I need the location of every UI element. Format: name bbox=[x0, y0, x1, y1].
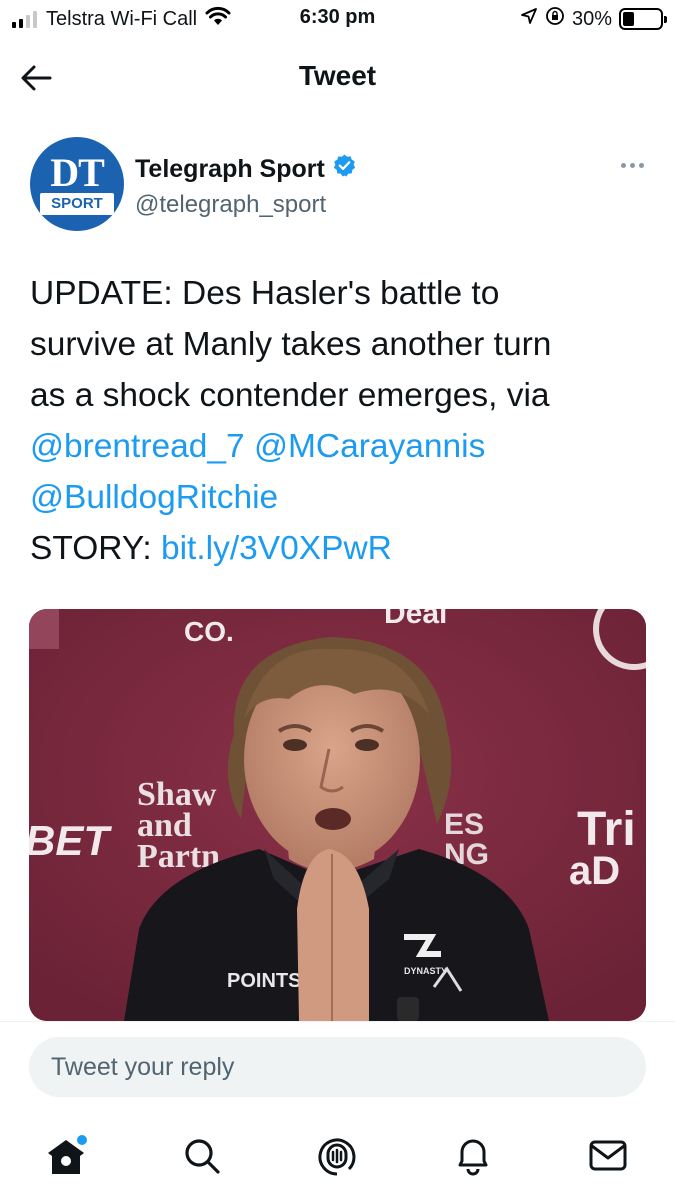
avatar-logo-subtext: SPORT bbox=[40, 193, 114, 215]
display-name: Telegraph Sport bbox=[135, 153, 357, 185]
story-label: STORY: bbox=[30, 530, 152, 567]
backdrop-text-top-right: Deal bbox=[384, 609, 447, 630]
home-icon bbox=[44, 1134, 88, 1183]
tweet-text-line: survive at Manly takes another turn bbox=[30, 326, 552, 363]
reply-box[interactable] bbox=[29, 1037, 646, 1097]
tab-notifications[interactable] bbox=[445, 1130, 501, 1186]
jacket-logo-text: DYNASTY bbox=[404, 966, 447, 976]
backdrop-text-mid: ES bbox=[444, 808, 484, 841]
tab-search[interactable] bbox=[174, 1130, 230, 1186]
press-conference-photo: CO. Deal Shaw and Partn BET Tri aD ES NG… bbox=[29, 609, 646, 1021]
avatar[interactable]: DT SPORT bbox=[30, 137, 124, 231]
reply-input[interactable] bbox=[29, 1037, 646, 1097]
nav-bar: Tweet bbox=[0, 42, 675, 114]
story-line: STORY: bit.ly/3V0XPwR bbox=[30, 523, 650, 574]
verified-badge-icon bbox=[332, 153, 357, 185]
avatar-logo-text: DT bbox=[50, 150, 105, 195]
divider bbox=[0, 1021, 675, 1022]
tweet-media-image[interactable]: CO. Deal Shaw and Partn BET Tri aD ES NG… bbox=[29, 609, 646, 1021]
spaces-icon bbox=[317, 1134, 357, 1183]
messages-icon bbox=[588, 1138, 628, 1179]
status-bar: Telstra Wi-Fi Call 6:30 pm 30% bbox=[0, 0, 675, 40]
tab-home[interactable] bbox=[38, 1130, 94, 1186]
tweet-text: UPDATE: Des Hasler's battle to survive a… bbox=[30, 268, 650, 574]
tab-messages[interactable] bbox=[580, 1130, 636, 1186]
page-title: Tweet bbox=[298, 60, 377, 91]
orientation-lock-icon bbox=[545, 6, 565, 32]
backdrop-text-right: aD bbox=[569, 849, 620, 893]
tweet-text-line: as a shock contender emerges, via bbox=[30, 377, 550, 414]
backdrop-text-left: BET bbox=[29, 817, 112, 864]
tweet-header: DT SPORT Telegraph Sport @telegraph_spor… bbox=[30, 137, 650, 233]
handle: @telegraph_sport bbox=[135, 191, 327, 218]
search-icon bbox=[182, 1136, 222, 1181]
tab-bar bbox=[0, 1120, 675, 1200]
battery-percent: 30% bbox=[571, 7, 612, 30]
tab-spaces[interactable] bbox=[309, 1130, 365, 1186]
backdrop-text-top: CO. bbox=[184, 616, 234, 647]
mention-link[interactable]: @MCarayannis bbox=[254, 428, 485, 465]
status-right: 30% bbox=[520, 6, 667, 32]
tweet-text-line: UPDATE: Des Hasler's battle to bbox=[30, 275, 500, 312]
mention-link[interactable]: @BulldogRitchie bbox=[30, 479, 278, 516]
author-names[interactable]: Telegraph Sport @telegraph_sport bbox=[135, 153, 357, 219]
display-name-text: Telegraph Sport bbox=[135, 154, 325, 183]
battery-icon bbox=[619, 8, 667, 30]
mention-link[interactable]: @brentread_7 bbox=[30, 428, 245, 465]
jacket-text: POINTS bbox=[227, 970, 301, 992]
battery-fill bbox=[623, 12, 634, 26]
mentions-line: @brentread_7 @MCarayannis bbox=[30, 421, 650, 472]
mentions-line: @BulldogRitchie bbox=[30, 472, 650, 523]
story-link[interactable]: bit.ly/3V0XPwR bbox=[161, 530, 392, 567]
notifications-icon bbox=[453, 1135, 493, 1182]
more-icon[interactable] bbox=[621, 163, 644, 168]
location-icon bbox=[520, 7, 538, 31]
